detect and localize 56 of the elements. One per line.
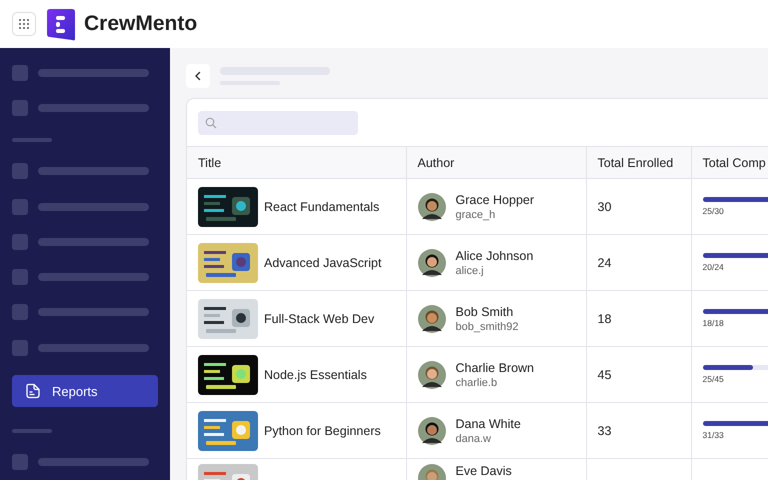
placeholder-square (12, 269, 28, 286)
placeholder-bar (12, 138, 52, 142)
completion-count: 18/18 (702, 318, 725, 328)
author-name: Dana White (456, 416, 521, 430)
enrolled-count: 18 (598, 312, 612, 326)
search-field[interactable] (198, 110, 358, 134)
placeholder-square (12, 340, 28, 356)
placeholder-square (12, 163, 28, 180)
author-name: Grace Hopper (456, 192, 534, 206)
author-username: grace_h (456, 208, 496, 220)
author-name: Bob Smith (456, 304, 514, 318)
column-header: Author (406, 146, 586, 178)
document-icon (24, 382, 42, 400)
course-title: React Fundamentals (264, 200, 380, 214)
avatar (418, 248, 446, 276)
avatar (418, 192, 446, 220)
course-title: Full-Stack Web Dev (264, 312, 374, 326)
course-title: Python for Beginners (264, 424, 381, 438)
author-name: Eve Davis (456, 465, 512, 478)
enrolled-count: 45 (598, 368, 612, 382)
sidebar-item[interactable]: Reports (12, 375, 158, 407)
completion-count: 20/24 (702, 262, 725, 272)
column-header: Total Comp (691, 146, 768, 178)
author-username: dana.w (456, 432, 492, 444)
completion-count: 25/45 (702, 374, 725, 384)
enrolled-count: 24 (598, 256, 612, 270)
completion-count: 31/33 (702, 430, 725, 440)
author-name: Alice Johnson (456, 248, 534, 262)
placeholder-square (12, 454, 28, 470)
placeholder-square (12, 234, 28, 250)
placeholder-square (12, 198, 28, 215)
enrolled-count: 30 (598, 200, 612, 214)
course-title: Node.js Essentials (264, 368, 367, 382)
placeholder-square (12, 64, 28, 81)
placeholder-square (12, 304, 28, 320)
avatar (418, 416, 446, 444)
grid-icon (18, 18, 30, 30)
column-header: Title (187, 146, 406, 178)
course-title: Advanced JavaScript (264, 256, 382, 270)
placeholder-square (12, 100, 28, 116)
back-button[interactable] (186, 64, 210, 88)
apps-menu-button[interactable] (12, 12, 36, 36)
logo-icon (46, 7, 76, 41)
completion-count: 25/30 (702, 206, 725, 216)
avatar (418, 304, 446, 332)
author-username: alice.j (456, 264, 485, 276)
chevron-left-icon (193, 71, 203, 81)
search-icon (205, 116, 217, 128)
column-header: Total Enrolled (586, 146, 691, 178)
app-name: CrewMento (84, 12, 198, 36)
enrolled-count: 33 (598, 424, 612, 438)
placeholder-bar (12, 428, 52, 433)
author-username: charlie.b (456, 376, 498, 388)
author-name: Charlie Brown (456, 360, 534, 374)
author-username: bob_smith92 (456, 320, 518, 332)
avatar (418, 360, 446, 388)
